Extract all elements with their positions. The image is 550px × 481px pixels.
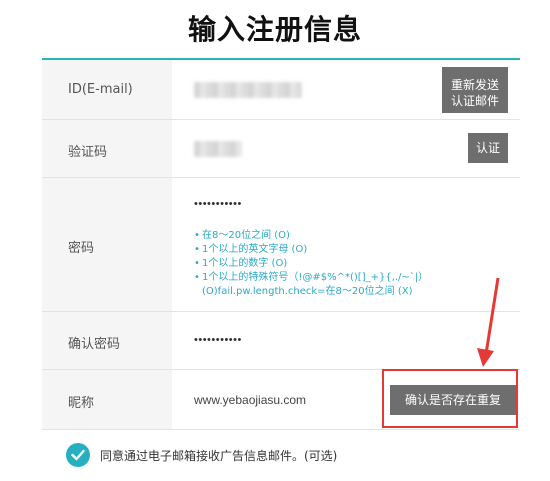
confirm-value-cell: •••••••••••: [172, 312, 520, 369]
password-rule: • 在8～20位之间 (O): [194, 230, 290, 241]
password-input[interactable]: •••••••••••: [194, 198, 242, 210]
nickname-label-cell: 昵称: [42, 370, 172, 429]
password-rule: • 1个以上的特殊符号（!@#$%^*()[]_+}{,./~`|）: [194, 272, 429, 283]
email-label: ID(E-mail): [68, 82, 133, 97]
consent-checkbox[interactable]: [66, 443, 90, 467]
consent-text: 同意通过电子邮箱接收广告信息邮件。(可选): [100, 448, 338, 463]
password-rule: (O)fail.pw.length.check=在8～20位之间 (X): [202, 286, 413, 297]
password-value-cell: ••••••••••• • 在8～20位之间 (O) • 1个以上的英文字母 (O)…: [172, 178, 520, 311]
nickname-label: 昵称: [68, 396, 95, 411]
code-value-cell: 认证: [172, 120, 520, 177]
email-row: ID(E-mail) 重新发送 认证邮件: [42, 60, 520, 120]
confirm-password-input[interactable]: •••••••••••: [194, 334, 242, 346]
check-icon: [71, 449, 85, 461]
verification-code-row: 验证码 认证: [42, 120, 520, 178]
code-value-redacted: [194, 141, 242, 157]
password-row: 密码 ••••••••••• • 在8～20位之间 (O) • 1个以上的英文字母 …: [42, 178, 520, 312]
password-rule: • 1个以上的数字 (O): [194, 258, 288, 269]
email-label-cell: ID(E-mail): [42, 60, 172, 119]
confirm-password-row: 确认密码 •••••••••••: [42, 312, 520, 370]
password-label: 密码: [68, 241, 95, 256]
password-rules: • 在8～20位之间 (O) • 1个以上的英文字母 (O) • 1个以上的数字 (O…: [194, 229, 428, 299]
nickname-input[interactable]: www.yebaojiasu.com: [194, 393, 306, 407]
password-label-cell: 密码: [42, 178, 172, 311]
email-value-cell: 重新发送 认证邮件: [172, 60, 520, 119]
resend-email-button[interactable]: 重新发送 认证邮件: [442, 67, 508, 113]
verify-button[interactable]: 认证: [468, 133, 508, 163]
password-rule: • 1个以上的英文字母 (O): [194, 244, 308, 255]
confirm-label-cell: 确认密码: [42, 312, 172, 369]
confirm-label: 确认密码: [68, 337, 121, 352]
annotation-highlight-box: [382, 369, 518, 428]
annotation-arrow: [477, 277, 500, 367]
code-label-cell: 验证码: [42, 120, 172, 177]
email-value-redacted: [194, 82, 302, 98]
marketing-consent: 同意通过电子邮箱接收广告信息邮件。(可选): [66, 442, 337, 468]
code-label: 验证码: [68, 145, 108, 160]
page-title: 输入注册信息: [187, 13, 362, 46]
